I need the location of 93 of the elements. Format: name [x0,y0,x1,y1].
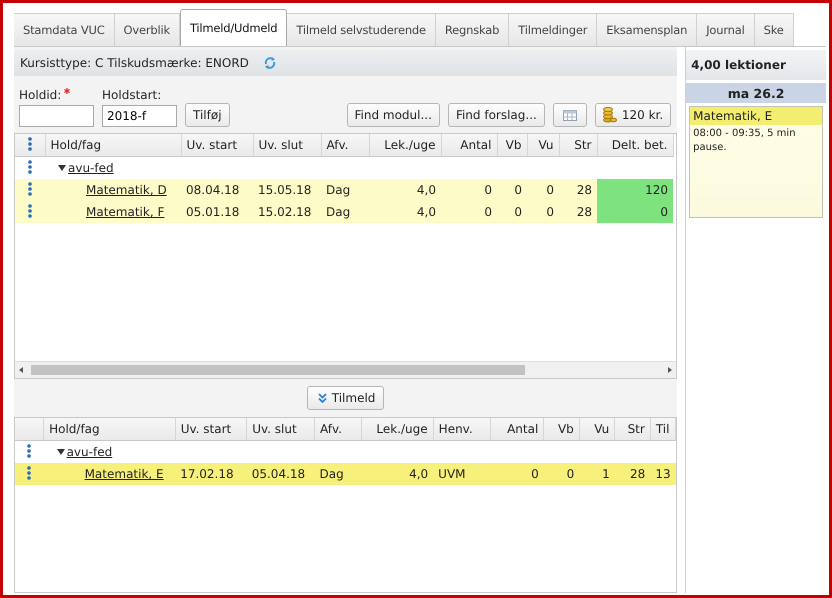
table-cell: Dag [321,201,369,223]
input-field[interactable]: 2018-f [102,105,177,127]
column-header[interactable]: Uv. slut [253,134,321,156]
find-button[interactable]: Find modul... [346,103,440,127]
dots-icon[interactable] [28,204,32,218]
scrollbar-thumb[interactable] [31,365,525,375]
table-cell: 0 [527,201,559,223]
column-header[interactable]: Str [614,418,650,440]
column-header[interactable]: Lek./uge [362,418,434,440]
tab[interactable]: Tilmeldinger [509,13,598,46]
table-cell: 08.04.18 [181,179,253,201]
dots-icon[interactable] [27,444,32,458]
tab[interactable]: Eksamensplan [597,13,698,46]
column-header[interactable]: Antal [441,134,497,156]
table-cell: 0 [527,179,559,201]
column-header[interactable]: Afv. [314,418,362,440]
find-button[interactable]: Find forslag... [448,103,545,127]
table-cell: 0 [441,179,497,201]
table-cell: 0 [497,201,527,223]
table-cell: Dag [314,463,362,485]
field-label: Holdid: [19,88,62,102]
table-cell: 05.04.18 [246,463,314,485]
column-header[interactable]: Uv. slut [246,418,314,440]
horizontal-scrollbar[interactable] [15,361,676,378]
caret-icon[interactable] [58,164,66,172]
table-cell: 28 [614,463,650,485]
column-header[interactable]: Hold/fag [44,418,176,440]
table-cell: Dag [321,179,369,201]
column-header[interactable]: Vu [579,418,615,440]
course-link[interactable]: Matematik, E [84,467,164,481]
day-header: ma 26.2 [686,83,826,103]
table-cell: 15.05.18 [253,179,321,201]
column-header[interactable]: Delt. bet. [597,134,673,156]
tab[interactable]: Tilmeld/Udmeld [180,9,288,46]
table-cell: 0 [544,463,580,485]
column-header[interactable]: Vu [527,134,559,156]
field-label: Holdstart: [102,88,162,102]
lesson-count: 4,00 lektioner [686,50,826,80]
tab[interactable]: Ske [754,13,794,46]
table-cell: 28 [559,201,597,223]
tab[interactable]: Regnskab [436,13,510,46]
input-field[interactable] [19,105,94,127]
column-header[interactable]: Uv. start [175,418,247,440]
table-cell: 1 [579,463,615,485]
price-button[interactable]: 120 kr. [594,103,672,127]
refresh-icon[interactable] [262,56,277,70]
dots-icon[interactable] [28,182,32,196]
course-link[interactable]: Matematik, F [86,205,164,219]
column-header[interactable]: Vb [497,134,527,156]
event-title: Matematik, E [690,107,822,125]
table-cell: 15.02.18 [253,201,321,223]
column-header[interactable]: Til [650,418,676,440]
coins-icon [602,107,617,123]
register-button[interactable]: Tilmeld [306,386,384,410]
column-header[interactable]: Antal [490,418,544,440]
event-time: 08:00 - 09:35, 5 min pause. [692,127,797,155]
table-cell: 0 [597,201,673,223]
table-cell: 4,0 [369,201,441,223]
double-down-icon [318,393,327,403]
column-header[interactable]: Lek./uge [369,134,441,156]
dots-icon[interactable] [27,466,32,480]
table-cell: 28 [559,179,597,201]
group-link[interactable]: avu-fed [66,445,112,459]
calendar-button[interactable] [552,103,587,127]
info-text: Kursisttype: C Tilskudsmærke: ENORD [20,56,249,70]
table-cell: 13 [650,463,676,485]
tab[interactable]: Stamdata VUC [14,13,115,46]
add-button[interactable]: Tilføj [185,103,230,127]
table-cell: 4,0 [362,463,434,485]
event-card[interactable]: Matematik, E 08:00 - 09:35, 5 min pause. [689,106,823,218]
table-cell: 0 [490,463,544,485]
tab[interactable]: Tilmeld selvstuderende [287,13,436,46]
column-header[interactable]: Hold/fag [45,134,181,156]
table-cell: 4,0 [369,179,441,201]
table-cell: 05.01.18 [181,201,253,223]
caret-icon[interactable] [56,448,65,456]
dots-icon[interactable] [28,160,32,174]
dots-icon[interactable] [28,136,32,150]
tab[interactable]: Overblik [114,13,180,46]
course-link[interactable]: Matematik, D [86,183,167,197]
column-header[interactable]: Uv. start [181,134,253,156]
column-header[interactable]: Str [559,134,597,156]
calendar-icon [562,110,577,120]
group-link[interactable]: avu-fed [68,161,114,175]
table-cell: 120 [597,179,673,201]
table-cell: UVM [433,463,490,485]
table-cell: 17.02.18 [175,463,247,485]
table-cell: 0 [441,201,497,223]
column-header[interactable]: Vb [544,418,580,440]
tab[interactable]: Journal [697,13,755,46]
table-cell: 0 [497,179,527,201]
column-header[interactable]: Henv. [433,418,490,440]
column-header[interactable]: Afv. [321,134,369,156]
